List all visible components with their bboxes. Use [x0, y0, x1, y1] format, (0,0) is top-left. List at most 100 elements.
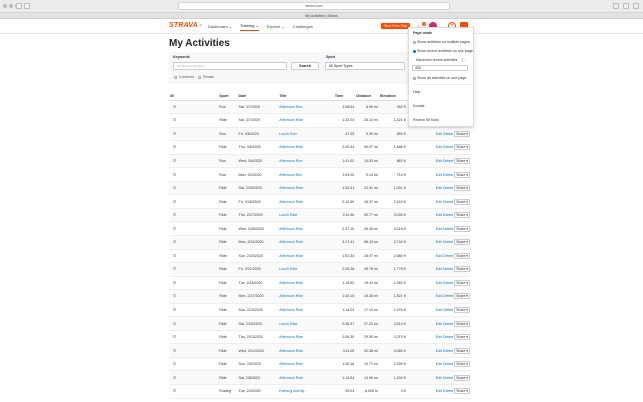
delete-link[interactable]: Delete: [443, 294, 453, 298]
table-row[interactable]: Rowing Tue, 2/4/2020 Evening Activity 25:04…: [169, 384, 471, 399]
table-row[interactable]: Ride Sat, 2/8/2020 Afternoon Ride 1:14:54 14…: [169, 370, 471, 385]
share-button[interactable]: Share ▾: [454, 320, 470, 327]
activity-link[interactable]: Afternoon Ride: [279, 118, 303, 122]
cell-title[interactable]: Lunch Ride: [278, 208, 334, 223]
row-checkbox[interactable]: [169, 113, 219, 128]
row-checkbox[interactable]: [169, 276, 219, 291]
cell-title[interactable]: Afternoon Run: [278, 100, 334, 115]
row-checkbox[interactable]: [169, 370, 219, 385]
sidebar-icon[interactable]: [24, 3, 30, 9]
cell-title[interactable]: Afternoon Ride: [278, 343, 334, 358]
activity-link[interactable]: Afternoon Ride: [279, 240, 303, 244]
activity-link[interactable]: Afternoon Run: [279, 159, 302, 163]
table-row[interactable]: Ride Wed, 2/26/2020 Afternoon Ride 2:37:10 2…: [169, 221, 471, 236]
activity-link[interactable]: Afternoon Ride: [279, 362, 303, 366]
col-distance[interactable]: Distance: [355, 92, 379, 101]
cell-title[interactable]: Afternoon Ride: [278, 276, 334, 291]
row-checkbox[interactable]: [169, 316, 219, 331]
row-checkbox[interactable]: [169, 208, 219, 223]
search-icon[interactable]: ⌕: [199, 23, 202, 30]
share-button[interactable]: Share ▾: [454, 130, 470, 137]
delete-link[interactable]: Delete: [443, 362, 453, 366]
row-checkbox[interactable]: [169, 181, 219, 196]
cell-title[interactable]: Lunch Ride: [278, 316, 334, 331]
delete-link[interactable]: Delete: [443, 349, 453, 353]
edit-link[interactable]: Edit: [436, 308, 442, 312]
nav-dashboard[interactable]: Dashboard ⌄: [208, 24, 232, 29]
row-checkbox[interactable]: [169, 194, 219, 209]
delete-link[interactable]: Delete: [443, 281, 453, 285]
edit-link[interactable]: Edit: [436, 335, 442, 339]
table-row[interactable]: Ride Sun, 2/16/2020 Afternoon Ride 1:14:24 1…: [169, 303, 471, 318]
nav-training[interactable]: Training ⌄: [240, 23, 259, 31]
cell-title[interactable]: Afternoon Ride: [278, 303, 334, 318]
max-recent-input[interactable]: 400: [412, 65, 468, 71]
cell-title[interactable]: Afternoon Ride: [278, 330, 334, 345]
delete-link[interactable]: Delete: [443, 159, 453, 163]
extension-icon[interactable]: [613, 3, 619, 9]
delete-link[interactable]: Delete: [443, 213, 453, 217]
edit-link[interactable]: Edit: [436, 186, 442, 190]
row-checkbox[interactable]: [169, 154, 219, 169]
row-checkbox[interactable]: [169, 249, 219, 264]
row-checkbox[interactable]: [169, 140, 219, 155]
nav-challenges[interactable]: Challenges: [293, 24, 313, 29]
activity-link[interactable]: Lunch Ride: [279, 213, 297, 217]
cell-title[interactable]: Afternoon Ride: [278, 181, 334, 196]
cell-title[interactable]: Afternoon Ride: [278, 249, 334, 264]
activity-link[interactable]: Afternoon Ride: [279, 335, 303, 339]
row-checkbox[interactable]: [169, 384, 219, 399]
share-button[interactable]: Share ▾: [454, 157, 470, 164]
activity-link[interactable]: Afternoon Ride: [279, 186, 303, 190]
start-trial-button[interactable]: Start Free Trial: [381, 23, 411, 29]
delete-link[interactable]: Delete: [443, 254, 453, 258]
edit-link[interactable]: Edit: [436, 294, 442, 298]
back-icon[interactable]: [16, 3, 22, 9]
table-row[interactable]: Ride Thu, 2/13/2020 Afternoon Ride 2:06:30 2…: [169, 330, 471, 345]
opt-multiple-pages[interactable]: Show activities on multiple pages: [413, 40, 470, 44]
activity-link[interactable]: Afternoon Ride: [279, 281, 303, 285]
delete-link[interactable]: Delete: [443, 267, 453, 271]
edit-link[interactable]: Edit: [436, 322, 442, 326]
table-row[interactable]: Run Wed, 3/4/2020 Afternoon Run 1:41:02 10.5…: [169, 154, 471, 169]
table-row[interactable]: Ride Sun, 2/23/2020 Afternoon Ride 1:51:34 2…: [169, 249, 471, 264]
sport-select[interactable]: All Sport Types: [325, 62, 405, 70]
row-checkbox[interactable]: [169, 357, 219, 372]
cell-title[interactable]: Evening Activity: [278, 384, 334, 399]
table-row[interactable]: Ride Thu, 3/5/2020 Afternoon Ride 2:00:44 40…: [169, 140, 471, 155]
table-row[interactable]: Run Fri, 3/6/2020 Lunch Run 47:35 5.30 mi 659…: [169, 127, 471, 142]
activity-link[interactable]: Afternoon Ride: [279, 376, 303, 380]
edit-link[interactable]: Edit: [436, 254, 442, 258]
share-button[interactable]: Share ▾: [454, 388, 470, 395]
activity-link[interactable]: Afternoon Ride: [279, 227, 303, 231]
delete-link[interactable]: Delete: [443, 389, 453, 393]
activity-link[interactable]: Afternoon Ride: [279, 254, 303, 258]
activity-link[interactable]: Afternoon Ride: [279, 200, 303, 204]
edit-link[interactable]: Edit: [436, 145, 442, 149]
edit-link[interactable]: Edit: [436, 349, 442, 353]
cell-title[interactable]: Afternoon Ride: [278, 370, 334, 385]
table-row[interactable]: Ride Mon, 2/17/2020 Afternoon Ride 1:43:15 1…: [169, 289, 471, 304]
table-row[interactable]: Ride Sat, 2/29/2020 Afternoon Ride 1:32:41 2…: [169, 181, 471, 196]
activity-link[interactable]: Afternoon Ride: [279, 308, 303, 312]
share-button[interactable]: Share ▾: [454, 334, 470, 341]
cell-title[interactable]: Afternoon Ride: [278, 221, 334, 236]
cell-title[interactable]: Afternoon Ride: [278, 235, 334, 250]
delete-link[interactable]: Delete: [443, 335, 453, 339]
table-row[interactable]: Ride Tue, 2/18/2020 Afternoon Ride 1:19:50 1…: [169, 276, 471, 291]
cell-title[interactable]: Afternoon Run: [278, 154, 334, 169]
table-row[interactable]: Ride Mon, 2/24/2020 Afternoon Ride 3:17:41 5…: [169, 235, 471, 250]
edit-link[interactable]: Edit: [436, 281, 442, 285]
share-button[interactable]: Share ▾: [454, 374, 470, 381]
search-button[interactable]: Search: [291, 62, 319, 70]
share-button[interactable]: Share ▾: [454, 185, 470, 192]
share-button[interactable]: Share ▾: [454, 171, 470, 178]
col-sport[interactable]: Sport: [218, 92, 238, 101]
col-time[interactable]: Time: [333, 92, 356, 101]
edit-link[interactable]: Edit: [436, 213, 442, 217]
nav-explore[interactable]: Explore ⌄: [267, 24, 285, 29]
row-checkbox[interactable]: [169, 100, 219, 115]
edit-link[interactable]: Edit: [436, 376, 442, 380]
edit-link[interactable]: Edit: [436, 240, 442, 244]
delete-link[interactable]: Delete: [443, 227, 453, 231]
